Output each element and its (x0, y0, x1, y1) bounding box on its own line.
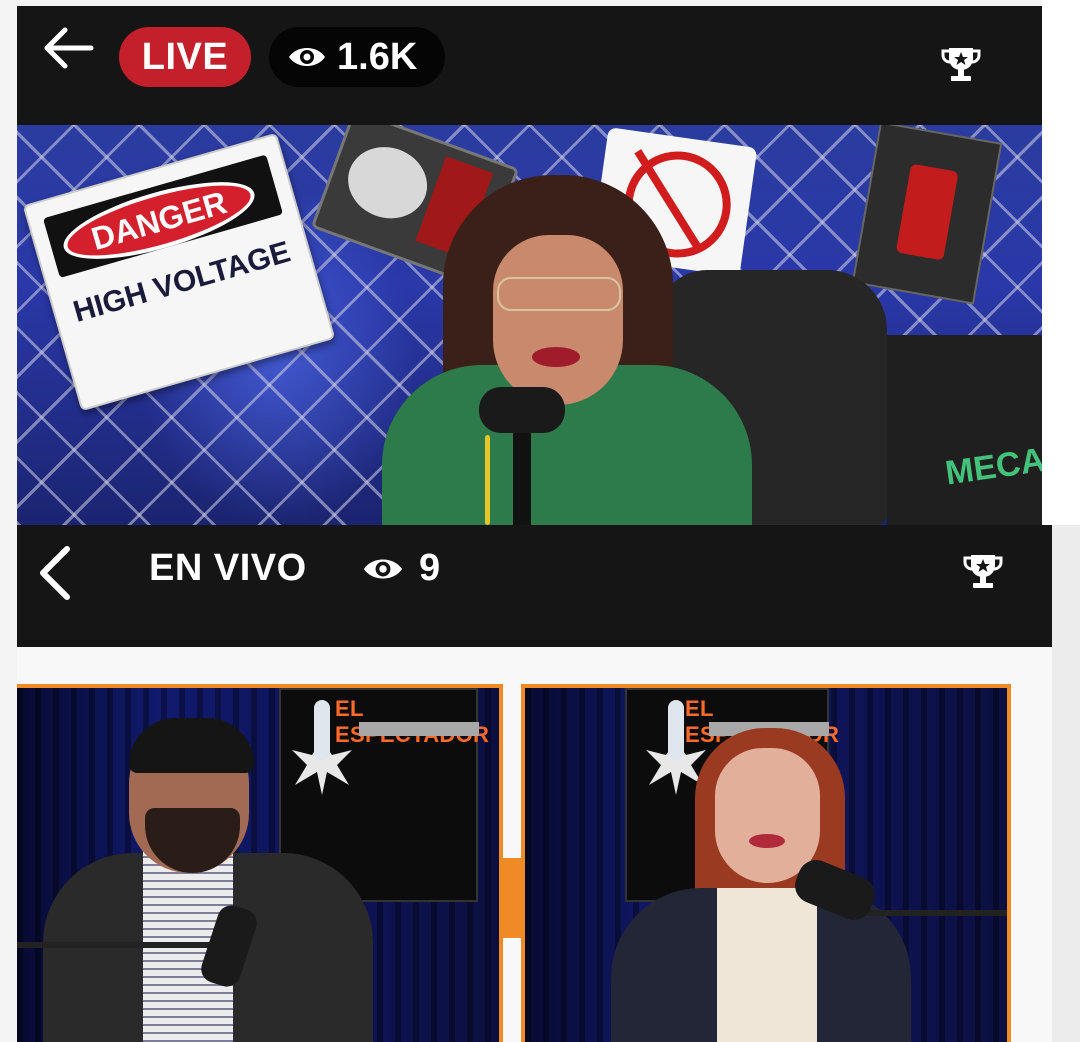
top-stream-video[interactable]: DANGER HIGH VOLTAGE MECAN (17, 125, 1042, 525)
live-badge: LIVE (119, 27, 251, 87)
mic-stand (513, 425, 531, 525)
orange-divider (503, 858, 521, 938)
right-edge (1042, 0, 1080, 525)
status-label: EN VIVO (149, 547, 307, 589)
mic-boom (17, 942, 237, 948)
host-glasses (497, 277, 621, 311)
viewer-count-group: 9 (361, 547, 440, 590)
microphone (479, 387, 565, 433)
host-lips (532, 347, 580, 367)
hanging-shirt (887, 335, 1042, 525)
camera-left[interactable]: EL ESPECTADOR (17, 684, 503, 1042)
guest-right-top (717, 888, 817, 1042)
mic-boom (865, 910, 1007, 916)
guest-left-hair (129, 718, 254, 773)
top-stream-header: LIVE 1.6K (17, 6, 1042, 125)
right-edge-lower (1052, 525, 1080, 1042)
host-face (493, 235, 623, 405)
trophy-icon[interactable] (939, 42, 983, 86)
viewer-count-pill: 1.6K (269, 27, 445, 87)
live-label: LIVE (141, 35, 229, 78)
trophy-icon[interactable] (961, 549, 1005, 593)
mic-cable (485, 435, 490, 525)
eye-icon (363, 558, 403, 579)
second-stream-header: EN VIVO 9 (17, 525, 1052, 647)
viewer-count: 1.6K (337, 35, 418, 78)
eye-icon (289, 48, 325, 66)
camera-right[interactable]: EL ESPECTADOR (521, 684, 1011, 1042)
chevron-left-icon[interactable] (35, 543, 75, 603)
back-arrow-icon[interactable] (39, 22, 99, 74)
viewer-count: 9 (419, 547, 441, 589)
guest-right-lips (749, 834, 785, 848)
screen-subtitle-bar (359, 722, 479, 736)
